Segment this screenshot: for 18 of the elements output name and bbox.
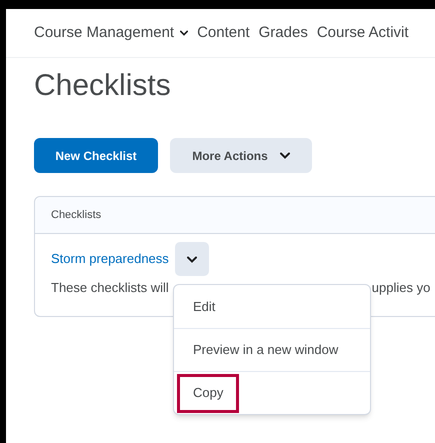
- description-text: upplies yo: [372, 279, 430, 297]
- nav-link[interactable]: Content: [197, 22, 250, 44]
- chevron-down-icon: [186, 256, 197, 262]
- nav-link[interactable]: Grades: [258, 22, 308, 44]
- new-checklist-button[interactable]: New Checklist: [34, 138, 158, 173]
- nav-menu[interactable]: Course Management: [34, 22, 188, 44]
- chevron-down-icon: [280, 152, 290, 159]
- description-text: These checklists will: [51, 279, 169, 297]
- checklist-link[interactable]: Storm preparedness: [51, 249, 169, 269]
- page-title: Checklists: [33, 68, 172, 104]
- chevron-down-icon: [180, 30, 188, 36]
- menu-item[interactable]: Edit: [177, 287, 232, 326]
- actions-dropdown-button[interactable]: [174, 242, 209, 276]
- more-actions-button[interactable]: More Actions: [170, 138, 312, 173]
- column-header: Checklists: [51, 208, 102, 223]
- menu-item[interactable]: Preview in a new window: [177, 330, 354, 370]
- menu-item[interactable]: Copy: [177, 374, 240, 412]
- nav-link[interactable]: Course Activit: [316, 22, 409, 44]
